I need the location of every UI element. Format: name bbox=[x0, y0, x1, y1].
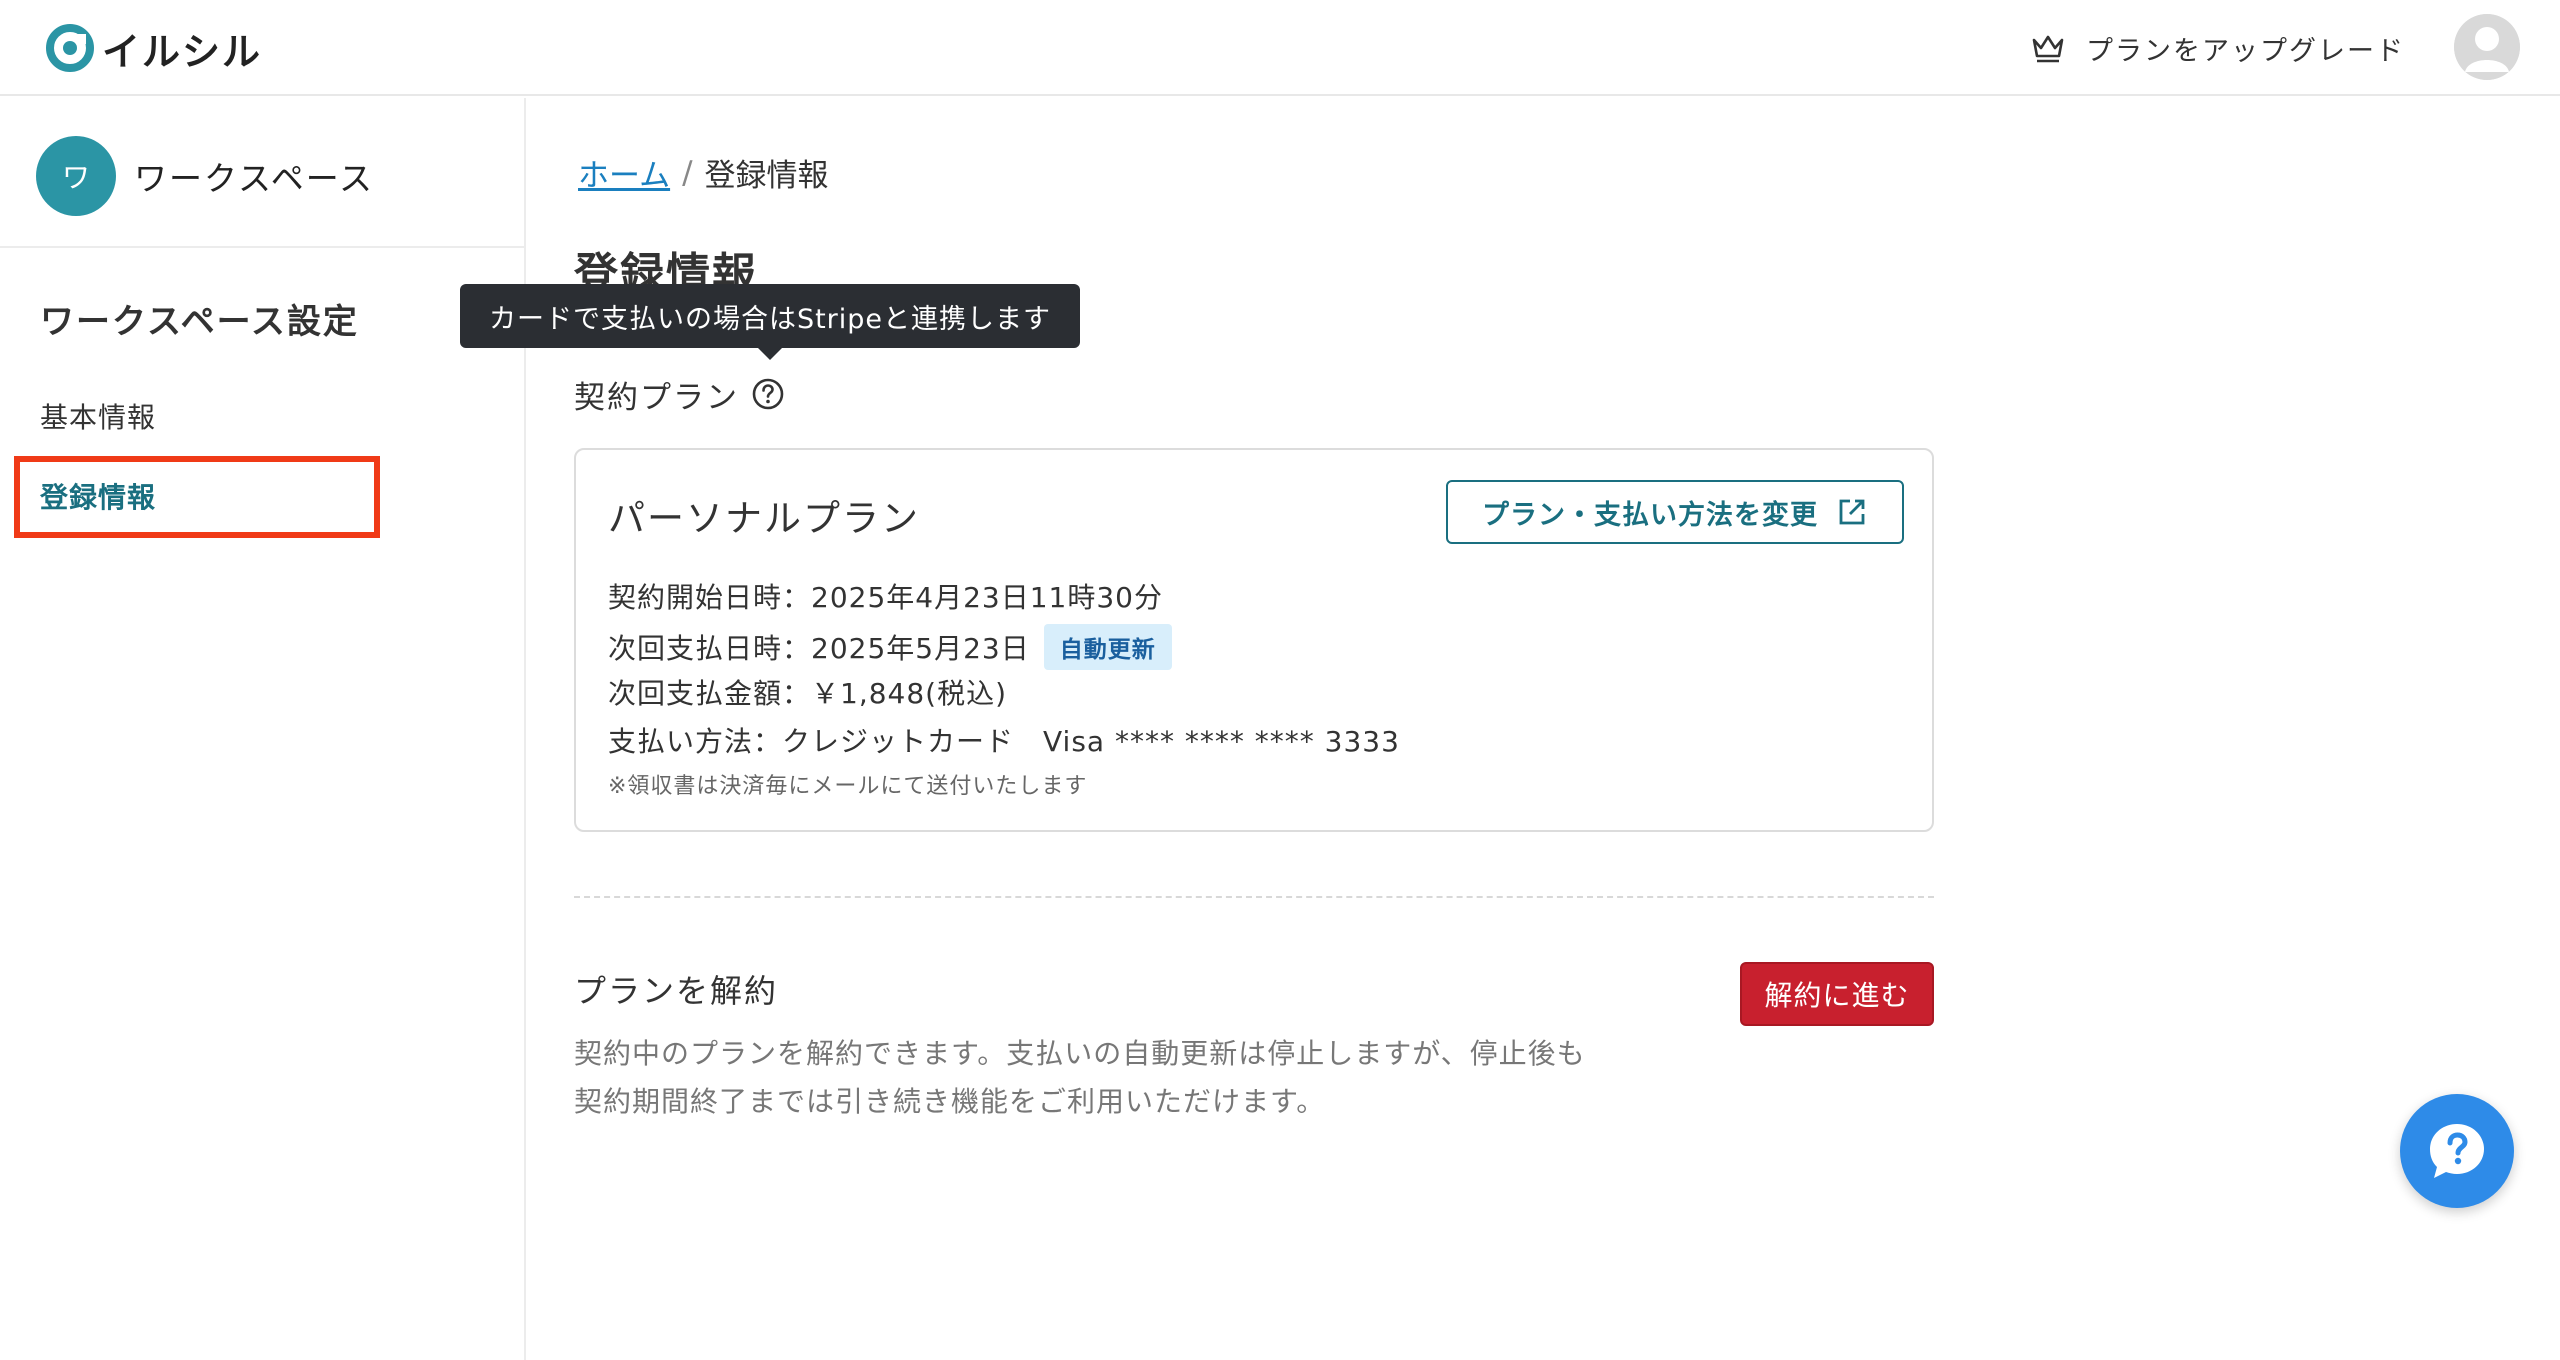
workspace-avatar: ワ bbox=[36, 136, 116, 216]
chat-help-icon bbox=[2430, 1124, 2484, 1178]
sidebar-section-title: ワークスペース設定 bbox=[40, 302, 359, 342]
breadcrumb: ホーム / 登録情報 bbox=[578, 150, 829, 195]
tooltip: カードで支払いの場合はStripeと連携します bbox=[460, 284, 1080, 348]
upgrade-plan-button[interactable]: プランをアップグレード bbox=[2030, 26, 2405, 70]
next-payment-amount: 次回支払金額：￥1,848(税込) bbox=[608, 677, 1008, 710]
help-icon[interactable] bbox=[751, 377, 785, 411]
contract-plan-label-text: 契約プラン bbox=[574, 379, 739, 416]
next-payment-date: 次回支払日時：2025年5月23日 bbox=[608, 632, 1030, 665]
contract-start-date: 契約開始日時：2025年4月23日11時30分 bbox=[608, 581, 1163, 614]
plan-name: パーソナルプラン bbox=[608, 497, 920, 540]
next-payment-row: 次回支払日時：2025年5月23日 自動更新 bbox=[608, 624, 1172, 670]
cancel-plan-title: プランを解約 bbox=[574, 972, 779, 1010]
plan-card: パーソナルプラン プラン・支払い方法を変更 契約開始日時：2025年4月23日1… bbox=[574, 448, 1934, 832]
app-logo[interactable]: イルシル bbox=[46, 22, 262, 74]
sidebar: ワ ワークスペース ワークスペース設定 基本情報 登録情報 bbox=[0, 98, 526, 1360]
change-plan-button[interactable]: プラン・支払い方法を変更 bbox=[1446, 480, 1904, 544]
user-icon bbox=[2454, 14, 2520, 80]
sidebar-item-basic-info[interactable]: 基本情報 bbox=[40, 396, 156, 436]
logo-text: イルシル bbox=[102, 29, 263, 74]
cancel-plan-description: 契約中のプランを解約できます。支払いの自動更新は停止しますが、停止後も契約期間終… bbox=[574, 1037, 1586, 1118]
top-header: イルシル プランをアップグレード bbox=[0, 0, 2560, 96]
breadcrumb-separator: / bbox=[682, 154, 693, 191]
tooltip-arrow bbox=[756, 346, 784, 360]
highlight-annotation bbox=[14, 456, 380, 538]
user-avatar[interactable] bbox=[2454, 14, 2520, 80]
logo-icon bbox=[46, 24, 94, 72]
breadcrumb-home-link[interactable]: ホーム bbox=[578, 150, 670, 195]
sidebar-divider bbox=[0, 246, 524, 248]
receipt-note: ※領収書は決済毎にメールにて送付いたします bbox=[608, 774, 1088, 799]
breadcrumb-current: 登録情報 bbox=[704, 158, 829, 194]
external-link-icon bbox=[1839, 499, 1865, 525]
workspace-switcher[interactable]: ワ ワークスペース bbox=[36, 136, 374, 216]
crown-icon bbox=[2032, 35, 2064, 63]
cancel-plan-button[interactable]: 解約に進む bbox=[1740, 962, 1934, 1026]
workspace-name: ワークスペース bbox=[134, 159, 375, 198]
contract-plan-label: 契約プラン bbox=[574, 372, 785, 416]
upgrade-plan-label: プランをアップグレード bbox=[2086, 35, 2405, 67]
change-plan-button-label: プラン・支払い方法を変更 bbox=[1482, 499, 1818, 531]
section-divider bbox=[574, 896, 1934, 898]
help-chat-button[interactable] bbox=[2400, 1094, 2514, 1208]
payment-method: 支払い方法：クレジットカード Visa **** **** **** 3333 bbox=[608, 725, 1400, 758]
auto-renew-badge: 自動更新 bbox=[1043, 624, 1172, 670]
